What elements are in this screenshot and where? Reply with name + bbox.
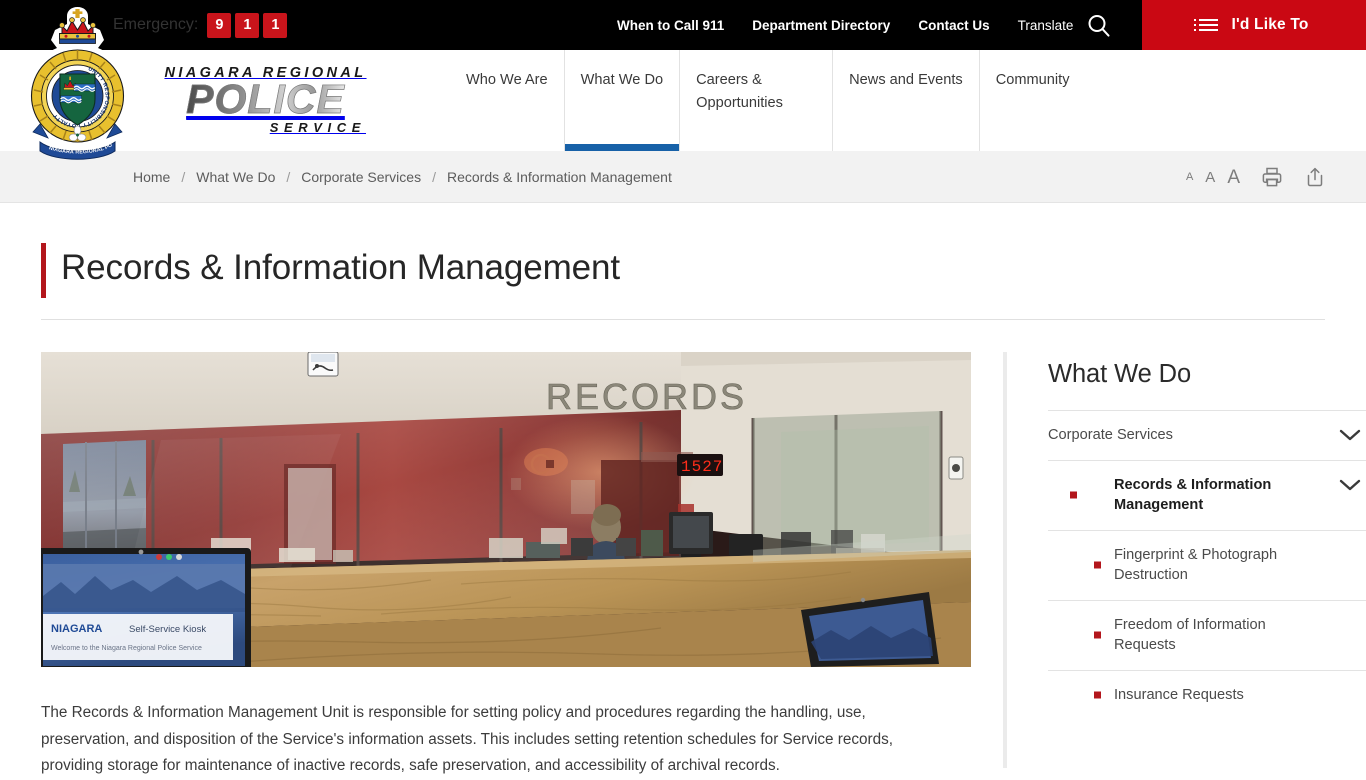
- printer-icon: [1262, 167, 1282, 187]
- sidebar-item-fingerprint-photograph-destruction[interactable]: Fingerprint & Photograph Destruction: [1048, 529, 1366, 600]
- title-accent-bar: [41, 243, 46, 298]
- search-icon: [1088, 15, 1110, 37]
- sidebar-nav-list: Corporate Services Records & Information…: [1048, 410, 1366, 719]
- breadcrumb-separator: /: [181, 168, 186, 185]
- sidebar-item-corporate-services[interactable]: Corporate Services: [1048, 410, 1366, 460]
- print-button[interactable]: [1255, 162, 1289, 192]
- ceiling-sign: [307, 352, 339, 377]
- page-tools: A A A: [1180, 151, 1332, 203]
- text-size-small-button[interactable]: A: [1180, 171, 1199, 183]
- nav-label-what-we-do: What We Do: [580, 72, 664, 88]
- brand-wordmark[interactable]: NIAGARA REGIONAL POLICE SERVICE: [163, 64, 368, 136]
- nav-item-news-and-events[interactable]: News and Events: [832, 50, 979, 151]
- breadcrumb-separator: /: [286, 168, 291, 185]
- sidebar-bullet: [1094, 631, 1101, 639]
- nav-label-who-we-are: Who We Are: [466, 72, 548, 88]
- search-button[interactable]: [1082, 11, 1116, 41]
- kiosk-title-text: Self-Service Kiosk: [129, 624, 206, 635]
- breadcrumb-item-home[interactable]: Home: [133, 169, 170, 185]
- sidebar-label-insurance-requests: Insurance Requests: [1114, 686, 1244, 703]
- sidebar-label-fingerprint-photograph-destruction: Fingerprint & Photograph Destruction: [1114, 546, 1278, 584]
- police-crest-logo[interactable]: UNITY RESPONSIBILITY LOYALTY NIAGARA REG…: [24, 0, 129, 164]
- kiosk-brand-text: NIAGARA: [51, 623, 102, 635]
- records-counter-photo: RECORDS RECORDS 1527 NIAGARA Self-Servic…: [41, 352, 971, 667]
- nav-item-community[interactable]: Community: [978, 50, 1086, 151]
- emergency-group: Emergency: 9 1 1: [113, 12, 288, 38]
- page-title: Records & Information Management: [61, 248, 621, 287]
- emergency-digit-1: 9: [207, 12, 232, 38]
- sidebar-title: What We Do: [1048, 360, 1192, 388]
- clock-readout: 1527: [681, 458, 723, 476]
- brand-line-2: POLICE: [186, 76, 345, 123]
- breadcrumb-item-what-we-do[interactable]: What We Do: [196, 169, 275, 185]
- main-content: RECORDS RECORDS 1527 NIAGARA Self-Servic…: [41, 352, 971, 780]
- link-when-to-call-911[interactable]: When to Call 911: [603, 18, 738, 33]
- text-size-large-button[interactable]: A: [1221, 168, 1246, 187]
- digital-clock: 1527: [677, 454, 723, 476]
- chevron-down-icon[interactable]: [1338, 477, 1362, 498]
- emergency-digit-3: 1: [263, 12, 288, 38]
- brand-line-3: SERVICE: [269, 119, 366, 135]
- nav-label-news-and-events: News and Events: [849, 72, 963, 88]
- nav-label-careers-opportunities: Careers & Opportunities: [696, 72, 783, 111]
- nav-item-careers-opportunities[interactable]: Careers & Opportunities: [679, 50, 832, 151]
- sidebar-label-corporate-services: Corporate Services: [1048, 427, 1173, 443]
- page-title-section: Records & Information Management: [41, 238, 1325, 320]
- sidebar-bullet: [1094, 691, 1101, 699]
- police-crest-icon: UNITY RESPONSIBILITY LOYALTY NIAGARA REG…: [24, 0, 125, 160]
- site-header: NIAGARA REGIONAL POLICE SERVICE Who We A…: [0, 50, 1366, 151]
- records-counter-illustration: RECORDS RECORDS 1527 NIAGARA Self-Servic…: [41, 352, 971, 667]
- wall-device: [948, 456, 964, 480]
- sidebar-label-records-information-management: Records & Information Management: [1114, 476, 1272, 514]
- nav-item-who-we-are[interactable]: Who We Are: [450, 50, 564, 151]
- breadcrumb-item-current: Records & Information Management: [446, 168, 672, 185]
- sidebar-bullet: [1094, 561, 1101, 569]
- svg-text:RECORDS: RECORDS: [546, 376, 747, 417]
- sidebar-item-freedom-of-information-requests[interactable]: Freedom of Information Requests: [1048, 599, 1366, 670]
- share-icon: [1307, 167, 1323, 187]
- top-utility-bar: Emergency: 9 1 1 When to Call 911 Depart…: [0, 0, 1366, 50]
- sidebar-bullet: [1070, 491, 1077, 499]
- link-contact-us[interactable]: Contact Us: [904, 18, 1003, 33]
- main-navigation: Who We Are What We Do Careers & Opportun…: [450, 50, 1086, 151]
- kiosk-subtitle-text: Welcome to the Niagara Regional Police S…: [51, 645, 202, 652]
- self-service-kiosk: NIAGARA Self-Service Kiosk Welcome to th…: [41, 548, 251, 667]
- share-button[interactable]: [1298, 162, 1332, 192]
- text-size-medium-button[interactable]: A: [1199, 170, 1221, 185]
- emergency-number: 9 1 1: [207, 12, 288, 38]
- nav-item-what-we-do[interactable]: What We Do: [563, 50, 680, 151]
- link-translate[interactable]: Translate: [1004, 18, 1088, 33]
- link-department-directory[interactable]: Department Directory: [738, 18, 904, 33]
- chevron-down-icon[interactable]: [1338, 427, 1362, 448]
- emergency-digit-2: 1: [235, 12, 260, 38]
- nav-label-community: Community: [995, 72, 1070, 88]
- breadcrumb: Home / What We Do / Corporate Services /…: [133, 169, 672, 185]
- sidebar-item-records-information-management[interactable]: Records & Information Management: [1048, 459, 1366, 530]
- sidebar-label-freedom-of-information-requests: Freedom of Information Requests: [1114, 616, 1266, 654]
- id-like-to-button[interactable]: I'd Like To: [1142, 0, 1366, 50]
- breadcrumb-separator: /: [432, 168, 436, 185]
- list-icon: [1194, 19, 1219, 31]
- breadcrumb-bar: Home / What We Do / Corporate Services /…: [0, 151, 1366, 203]
- sidebar-item-insurance-requests[interactable]: Insurance Requests: [1048, 669, 1366, 720]
- section-sidebar: What We Do Corporate Services Records & …: [1003, 352, 1366, 768]
- breadcrumb-item-corporate-services[interactable]: Corporate Services: [301, 169, 421, 185]
- id-like-to-label: I'd Like To: [1231, 16, 1309, 33]
- top-utility-links: When to Call 911 Department Directory Co…: [603, 0, 1087, 50]
